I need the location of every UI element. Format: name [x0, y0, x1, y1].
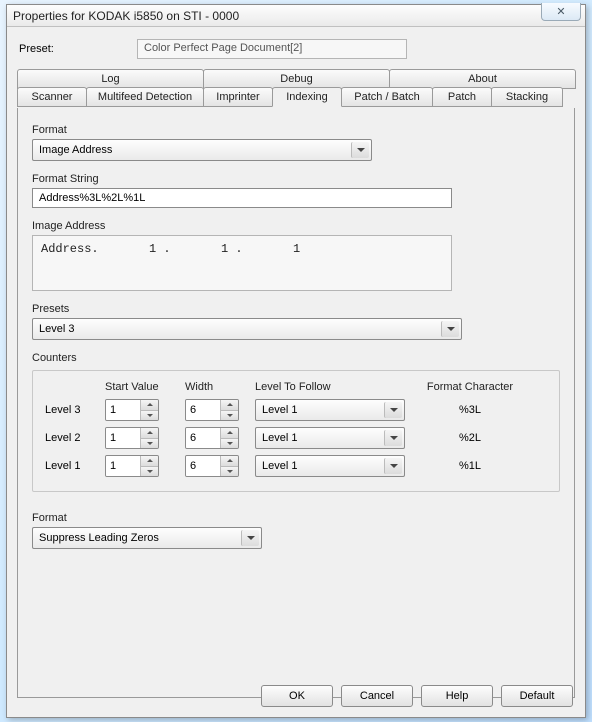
spin-up-icon[interactable] — [141, 428, 158, 439]
counters-group: Start Value Width Level To Follow Format… — [32, 370, 560, 492]
spin-up-icon[interactable] — [141, 456, 158, 467]
preset-label: Preset: — [17, 43, 137, 55]
fmtchar-l2: %2L — [415, 432, 525, 444]
spin-down-icon[interactable] — [141, 411, 158, 421]
presets-combo-value: Level 3 — [39, 323, 74, 335]
window-title: Properties for KODAK i5850 on STI - 0000 — [13, 9, 239, 23]
titlebar: Properties for KODAK i5850 on STI - 0000… — [7, 5, 585, 27]
width-input-l3[interactable] — [186, 400, 220, 420]
format-combo-value: Image Address — [39, 144, 112, 156]
format2-combo[interactable]: Suppress Leading Zeros — [32, 527, 262, 549]
image-address-label: Image Address — [32, 220, 560, 232]
presets-label: Presets — [32, 303, 560, 315]
row-label-l1: Level 1 — [45, 460, 105, 472]
format-string-label: Format String — [32, 173, 560, 185]
tab-multifeed[interactable]: Multifeed Detection — [86, 87, 204, 107]
ok-button[interactable]: OK — [261, 685, 333, 707]
format-combo[interactable]: Image Address — [32, 139, 372, 161]
help-button[interactable]: Help — [421, 685, 493, 707]
start-spinner-l1[interactable] — [105, 455, 159, 477]
chevron-down-icon — [384, 402, 402, 418]
dialog-buttons: OK Cancel Help Default — [261, 685, 573, 707]
tab-scanner[interactable]: Scanner — [17, 87, 87, 107]
chevron-down-icon — [384, 458, 402, 474]
image-address-preview: Address. 1 . 1 . 1 — [32, 235, 452, 291]
tab-stacking[interactable]: Stacking — [491, 87, 563, 107]
hdr-fmt: Format Character — [415, 381, 525, 393]
spin-up-icon[interactable] — [141, 400, 158, 411]
tab-debug[interactable]: Debug — [203, 69, 390, 89]
tab-about[interactable]: About — [389, 69, 576, 89]
presets-combo[interactable]: Level 3 — [32, 318, 462, 340]
width-spinner-l2[interactable] — [185, 427, 239, 449]
chevron-down-icon — [441, 321, 459, 337]
preset-row: Preset: Color Perfect Page Document[2] — [17, 39, 575, 59]
ltf-combo-l3[interactable]: Level 1 — [255, 399, 405, 421]
cancel-button[interactable]: Cancel — [341, 685, 413, 707]
width-spinner-l3[interactable] — [185, 399, 239, 421]
spin-up-icon[interactable] — [221, 456, 238, 467]
spin-down-icon[interactable] — [141, 439, 158, 449]
spin-up-icon[interactable] — [221, 428, 238, 439]
start-input-l3[interactable] — [106, 400, 140, 420]
default-button[interactable]: Default — [501, 685, 573, 707]
counters-label: Counters — [32, 352, 560, 364]
row-label-l2: Level 2 — [45, 432, 105, 444]
chevron-down-icon — [241, 530, 259, 546]
width-spinner-l1[interactable] — [185, 455, 239, 477]
hdr-ltf: Level To Follow — [255, 381, 415, 393]
start-spinner-l3[interactable] — [105, 399, 159, 421]
width-input-l1[interactable] — [186, 456, 220, 476]
spin-down-icon[interactable] — [221, 411, 238, 421]
tab-patch[interactable]: Patch — [432, 87, 492, 107]
chevron-down-icon — [384, 430, 402, 446]
format2-label: Format — [32, 512, 560, 524]
spin-down-icon[interactable] — [221, 439, 238, 449]
close-icon: ✕ — [556, 5, 565, 18]
properties-dialog: Properties for KODAK i5850 on STI - 0000… — [6, 4, 586, 718]
ltf-combo-l1[interactable]: Level 1 — [255, 455, 405, 477]
spin-up-icon[interactable] — [221, 400, 238, 411]
start-input-l2[interactable] — [106, 428, 140, 448]
chevron-down-icon — [351, 142, 369, 158]
tab-imprinter[interactable]: Imprinter — [203, 87, 273, 107]
format2-combo-value: Suppress Leading Zeros — [39, 532, 159, 544]
start-spinner-l2[interactable] — [105, 427, 159, 449]
hdr-width: Width — [185, 381, 255, 393]
fmtchar-l3: %3L — [415, 404, 525, 416]
ltf-combo-l2[interactable]: Level 1 — [255, 427, 405, 449]
hdr-start: Start Value — [105, 381, 185, 393]
format-label: Format — [32, 124, 560, 136]
tab-page-indexing: Format Image Address Format String Image… — [17, 108, 575, 698]
tab-log[interactable]: Log — [17, 69, 204, 89]
preset-field: Color Perfect Page Document[2] — [137, 39, 407, 59]
spin-down-icon[interactable] — [221, 467, 238, 477]
tab-strip: Log Debug About Scanner Multifeed Detect… — [17, 69, 575, 109]
tab-indexing[interactable]: Indexing — [272, 87, 342, 107]
start-input-l1[interactable] — [106, 456, 140, 476]
fmtchar-l1: %1L — [415, 460, 525, 472]
tab-patch-batch[interactable]: Patch / Batch — [341, 87, 433, 107]
format-string-input[interactable] — [32, 188, 452, 208]
close-button[interactable]: ✕ — [541, 3, 581, 21]
width-input-l2[interactable] — [186, 428, 220, 448]
row-label-l3: Level 3 — [45, 404, 105, 416]
spin-down-icon[interactable] — [141, 467, 158, 477]
